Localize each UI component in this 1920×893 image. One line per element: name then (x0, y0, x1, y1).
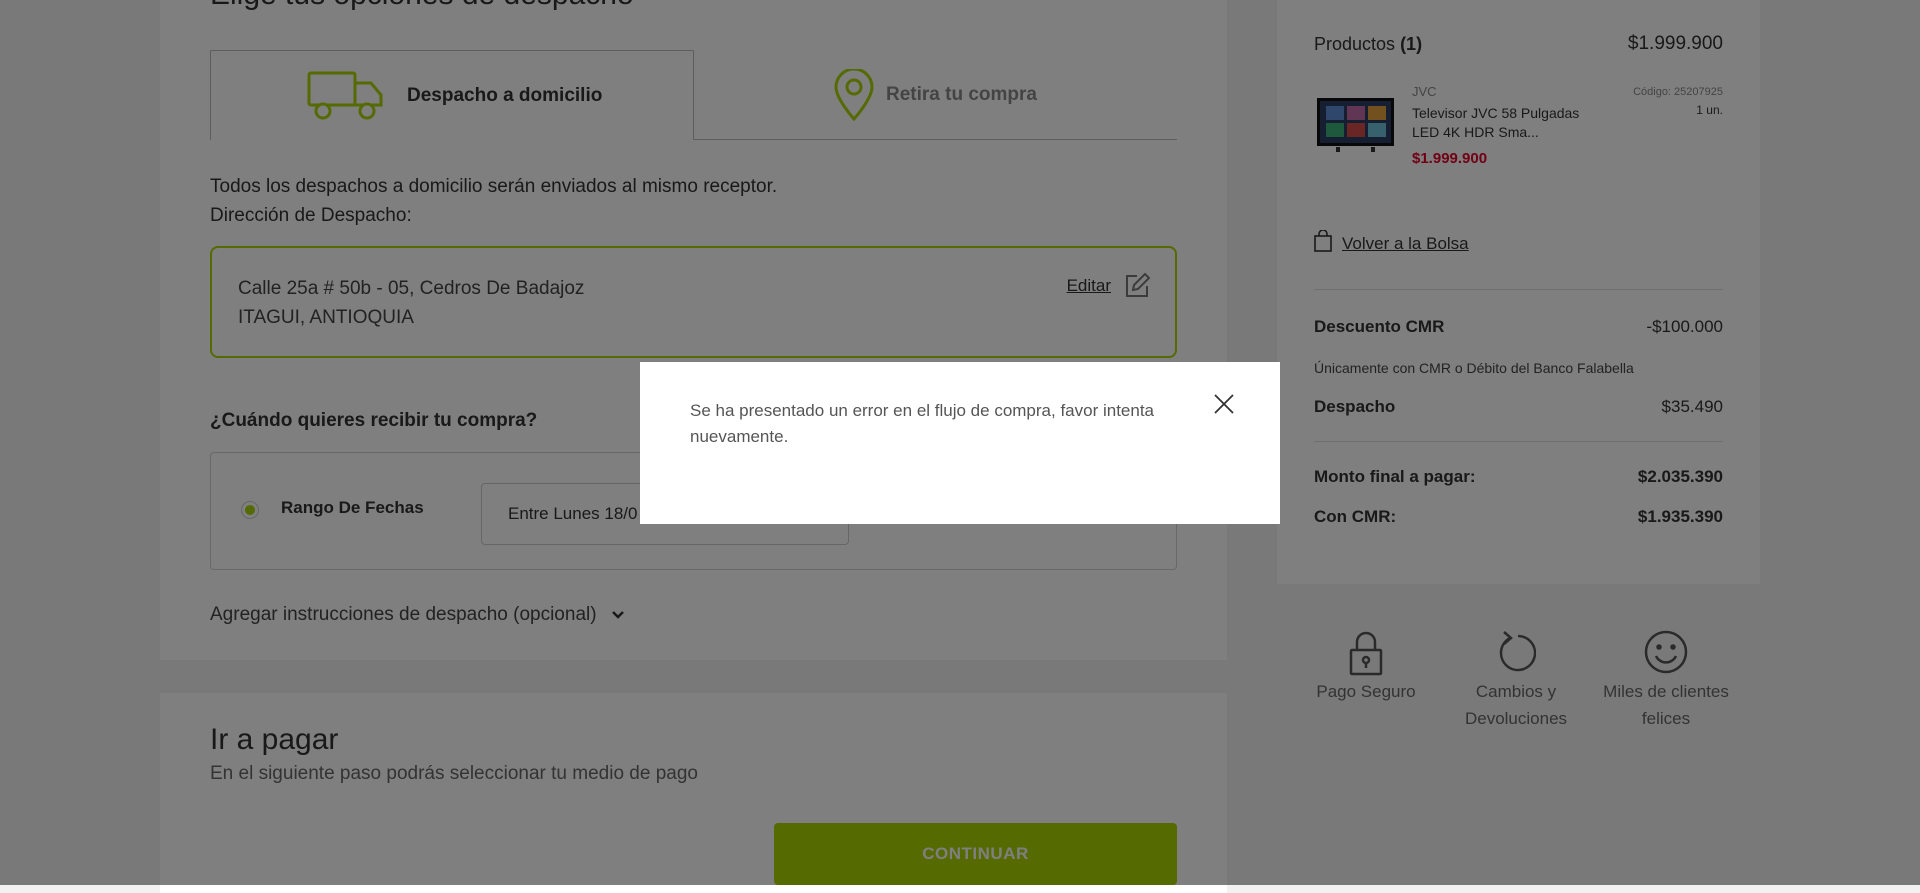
close-icon[interactable] (1212, 392, 1236, 416)
error-modal: Se ha presentado un error en el flujo de… (640, 362, 1280, 524)
error-message: Se ha presentado un error en el flujo de… (690, 401, 1155, 446)
